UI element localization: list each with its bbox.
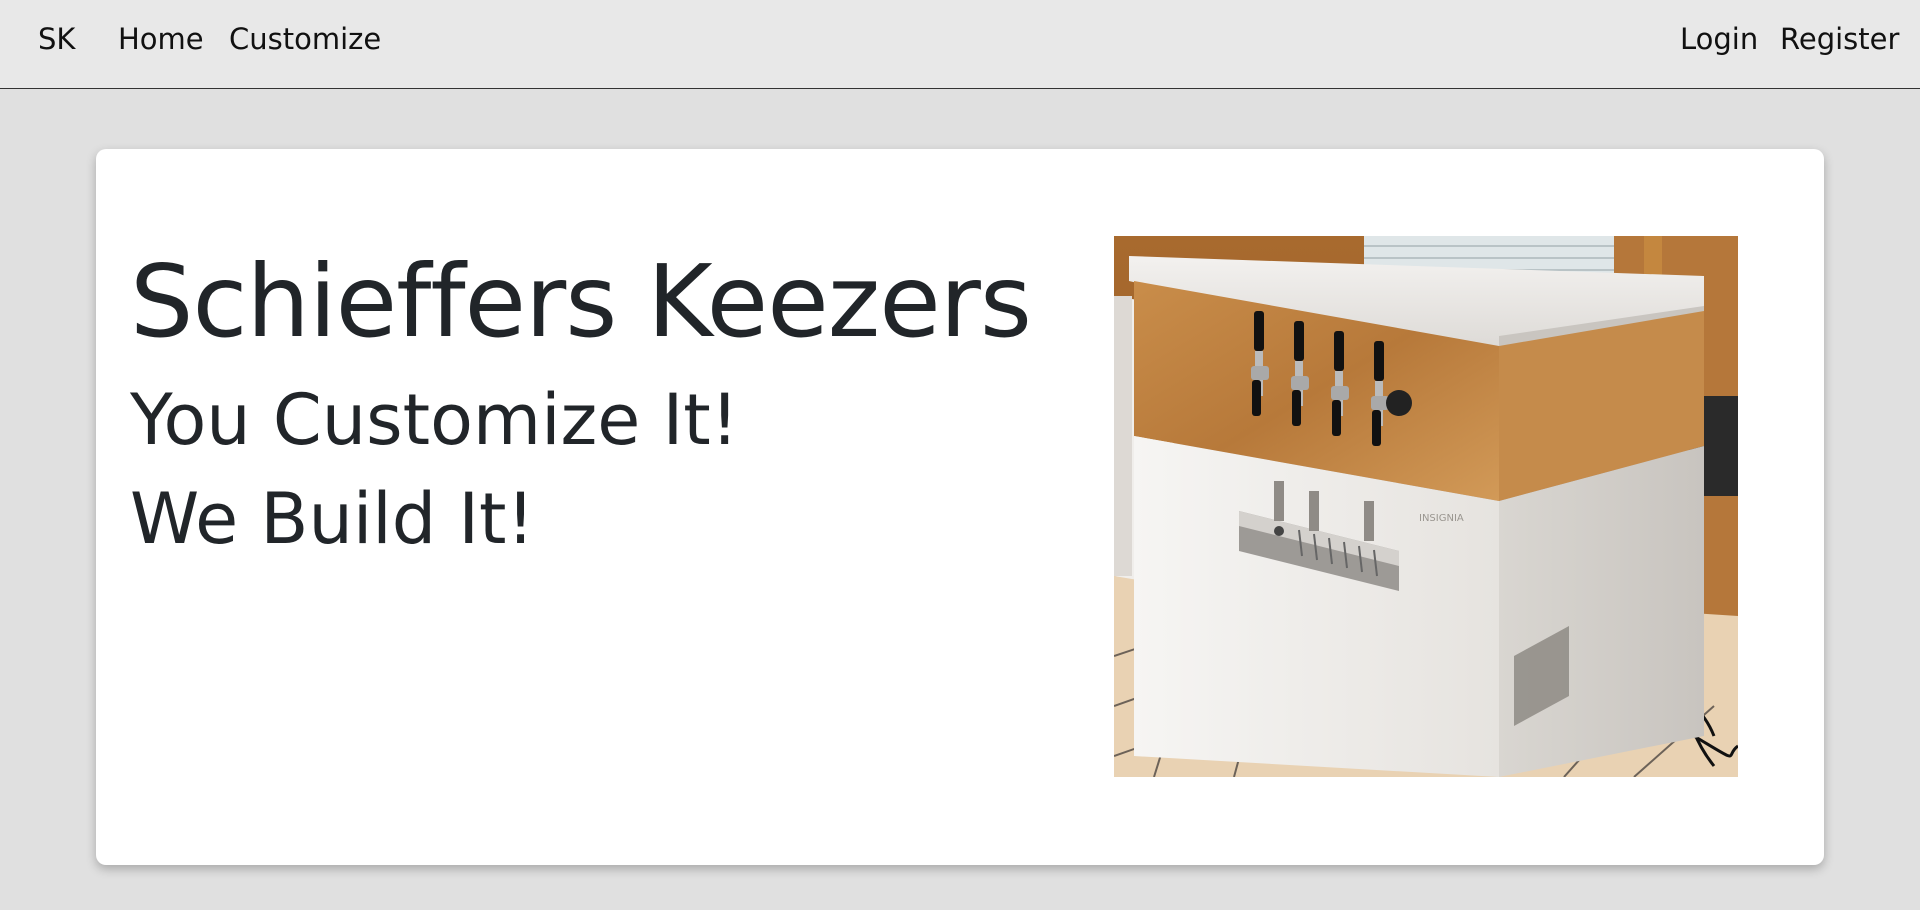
hero-title: Schieffers Keezers <box>130 243 1032 360</box>
brand-link[interactable]: SK <box>38 20 75 58</box>
nav-link-home[interactable]: Home <box>118 20 204 58</box>
hero-tagline-build: We Build It! <box>130 478 535 560</box>
hero-tagline-customize: You Customize It! <box>130 379 739 461</box>
top-navbar: SK Home Customize Login Register <box>0 0 1920 89</box>
keezer-illustration: INSIGNIA <box>1114 236 1738 777</box>
nav-link-login[interactable]: Login <box>1680 20 1758 58</box>
freezer-brand-label: INSIGNIA <box>1419 513 1464 524</box>
nav-link-register[interactable]: Register <box>1780 20 1899 58</box>
hero-card: Schieffers Keezers You Customize It! We … <box>96 149 1824 865</box>
keezer-photo: INSIGNIA <box>1114 236 1738 777</box>
nav-link-customize[interactable]: Customize <box>229 20 381 58</box>
